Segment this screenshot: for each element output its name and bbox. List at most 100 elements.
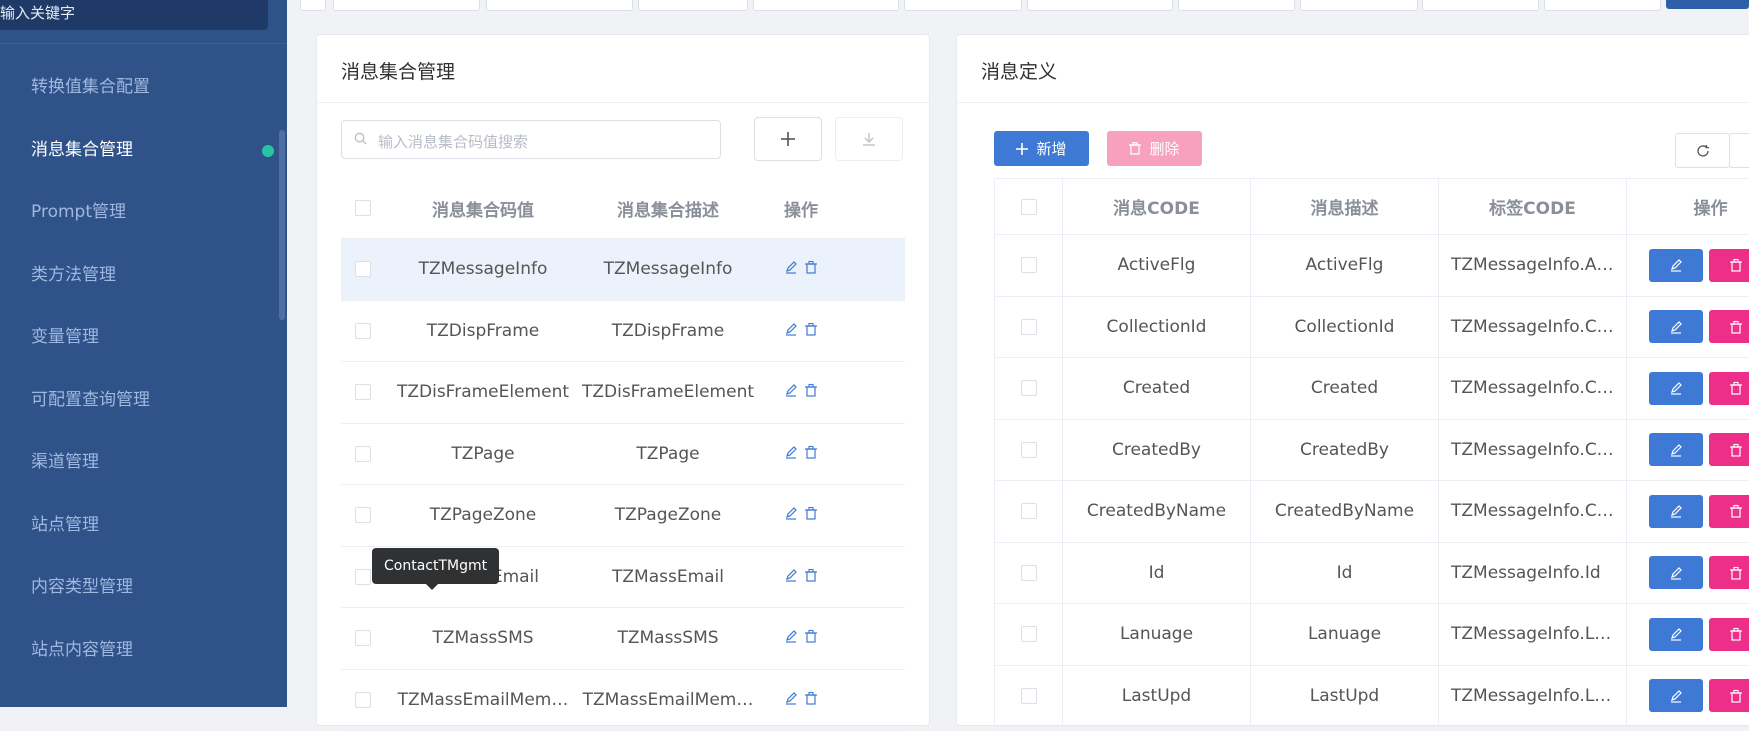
row-checkbox[interactable] xyxy=(355,446,371,462)
sidebar-item[interactable]: 转换值集合配置 xyxy=(0,56,287,119)
download-icon xyxy=(861,131,877,147)
sidebar-item[interactable]: 渠道管理 xyxy=(0,431,287,494)
edit-button[interactable] xyxy=(784,505,798,525)
row-checkbox[interactable] xyxy=(355,692,371,708)
delete-row-button[interactable] xyxy=(804,321,818,341)
row-checkbox[interactable] xyxy=(355,630,371,646)
filter-field[interactable] xyxy=(638,0,748,11)
refresh-button[interactable] xyxy=(1675,133,1730,168)
table-row[interactable]: TZPageZoneTZPageZone xyxy=(341,485,905,547)
delete-button[interactable]: 删除 xyxy=(1107,131,1202,166)
edit-button[interactable] xyxy=(784,259,798,279)
row-checkbox[interactable] xyxy=(1021,257,1037,273)
delete-row-button[interactable] xyxy=(1709,495,1749,528)
row-checkbox[interactable] xyxy=(355,261,371,277)
column-header[interactable]: 消息CODE xyxy=(1063,179,1251,234)
table-row[interactable]: TZMassEmailMem…TZMassEmailMem… xyxy=(341,670,905,731)
filter-field[interactable] xyxy=(1544,0,1661,11)
table-row[interactable]: CreatedByCreatedByTZMessageInfo.C… xyxy=(995,420,1749,482)
sidebar-item[interactable]: 站点管理 xyxy=(0,494,287,557)
edit-button[interactable] xyxy=(784,444,798,464)
filter-field[interactable] xyxy=(753,0,899,11)
sidebar-item[interactable]: Prompt管理 xyxy=(0,181,287,244)
row-checkbox[interactable] xyxy=(355,384,371,400)
sidebar-item[interactable]: 站点内容管理 xyxy=(0,619,287,682)
filter-field[interactable] xyxy=(486,0,633,11)
filter-field[interactable] xyxy=(904,0,1022,11)
table-row[interactable]: ActiveFlgActiveFlgTZMessageInfo.A… xyxy=(995,235,1749,297)
delete-row-button[interactable] xyxy=(804,382,818,402)
table-row[interactable]: LastUpdLastUpdTZMessageInfo.L… xyxy=(995,666,1749,728)
edit-button[interactable] xyxy=(1649,249,1703,282)
delete-row-button[interactable] xyxy=(1709,310,1749,343)
delete-row-button[interactable] xyxy=(1709,556,1749,589)
delete-row-button[interactable] xyxy=(1709,618,1749,651)
row-checkbox[interactable] xyxy=(1021,442,1037,458)
column-settings-button[interactable] xyxy=(1729,133,1749,168)
sidebar-item[interactable]: 内容类型管理 xyxy=(0,556,287,619)
delete-row-button[interactable] xyxy=(1709,372,1749,405)
select-all-checkbox[interactable] xyxy=(355,200,371,216)
edit-button[interactable] xyxy=(1649,495,1703,528)
row-checkbox[interactable] xyxy=(355,323,371,339)
delete-row-button[interactable] xyxy=(1709,679,1749,712)
row-checkbox[interactable] xyxy=(1021,319,1037,335)
row-checkbox[interactable] xyxy=(1021,626,1037,642)
row-checkbox[interactable] xyxy=(355,507,371,523)
edit-button[interactable] xyxy=(784,567,798,587)
delete-row-button[interactable] xyxy=(1709,249,1749,282)
filter-field[interactable] xyxy=(300,0,326,11)
edit-button[interactable] xyxy=(1649,433,1703,466)
filter-field[interactable] xyxy=(1300,0,1418,11)
row-checkbox[interactable] xyxy=(1021,688,1037,704)
collection-search-input[interactable]: 输入消息集合码值搜索 xyxy=(341,120,721,159)
edit-button[interactable] xyxy=(784,382,798,402)
table-row[interactable]: TZDisFrameElementTZDisFrameElement xyxy=(341,362,905,424)
filter-field[interactable] xyxy=(1178,0,1295,11)
delete-row-button[interactable] xyxy=(804,444,818,464)
delete-row-button[interactable] xyxy=(804,567,818,587)
filter-search-button[interactable] xyxy=(1666,0,1749,9)
add-collection-button[interactable] xyxy=(754,117,822,161)
filter-field[interactable] xyxy=(1027,0,1173,11)
column-header[interactable]: 消息描述 xyxy=(1251,179,1439,234)
download-button[interactable] xyxy=(835,117,903,161)
table-row[interactable]: CollectionIdCollectionIdTZMessageInfo.C… xyxy=(995,297,1749,359)
table-row[interactable]: TZPageTZPage xyxy=(341,424,905,486)
delete-row-button[interactable] xyxy=(804,259,818,279)
row-checkbox[interactable] xyxy=(1021,565,1037,581)
edit-button[interactable] xyxy=(1649,679,1703,712)
edit-button[interactable] xyxy=(1649,556,1703,589)
delete-row-button[interactable] xyxy=(804,505,818,525)
column-header[interactable]: 消息集合码值 xyxy=(385,178,581,238)
table-row[interactable]: CreatedByNameCreatedByNameTZMessageInfo.… xyxy=(995,481,1749,543)
sidebar-item-active[interactable]: 消息集合管理 xyxy=(0,119,287,182)
table-row[interactable]: CreatedCreatedTZMessageInfo.C… xyxy=(995,358,1749,420)
table-row[interactable]: TZMessageInfoTZMessageInfo xyxy=(341,239,905,301)
filter-field[interactable] xyxy=(1422,0,1539,11)
sidebar-item[interactable]: 可配置查询管理 xyxy=(0,369,287,432)
add-button[interactable]: 新增 xyxy=(994,131,1089,166)
sidebar-item[interactable]: 变量管理 xyxy=(0,306,287,369)
delete-row-button[interactable] xyxy=(1709,433,1749,466)
edit-button[interactable] xyxy=(1649,618,1703,651)
select-all-checkbox[interactable] xyxy=(1021,199,1037,215)
delete-row-button[interactable] xyxy=(804,628,818,648)
table-row[interactable]: LanuageLanuageTZMessageInfo.L… xyxy=(995,604,1749,666)
column-header[interactable]: 标签CODE xyxy=(1439,179,1627,234)
table-row[interactable]: TZMassSMSTZMassSMS xyxy=(341,608,905,670)
edit-button[interactable] xyxy=(784,628,798,648)
table-row[interactable]: IdIdTZMessageInfo.Id xyxy=(995,543,1749,605)
edit-button[interactable] xyxy=(1649,310,1703,343)
edit-button[interactable] xyxy=(1649,372,1703,405)
column-header[interactable]: 消息集合描述 xyxy=(581,178,755,238)
table-row[interactable]: TZDispFrameTZDispFrame xyxy=(341,301,905,363)
row-checkbox[interactable] xyxy=(355,569,371,585)
edit-button[interactable] xyxy=(784,321,798,341)
filter-field[interactable] xyxy=(333,0,480,11)
sidebar-item[interactable]: 类方法管理 xyxy=(0,244,287,307)
row-checkbox[interactable] xyxy=(1021,380,1037,396)
sidebar-scrollbar[interactable] xyxy=(279,130,285,320)
row-checkbox[interactable] xyxy=(1021,503,1037,519)
sidebar-search-input[interactable]: 输入关键字 xyxy=(0,0,268,30)
